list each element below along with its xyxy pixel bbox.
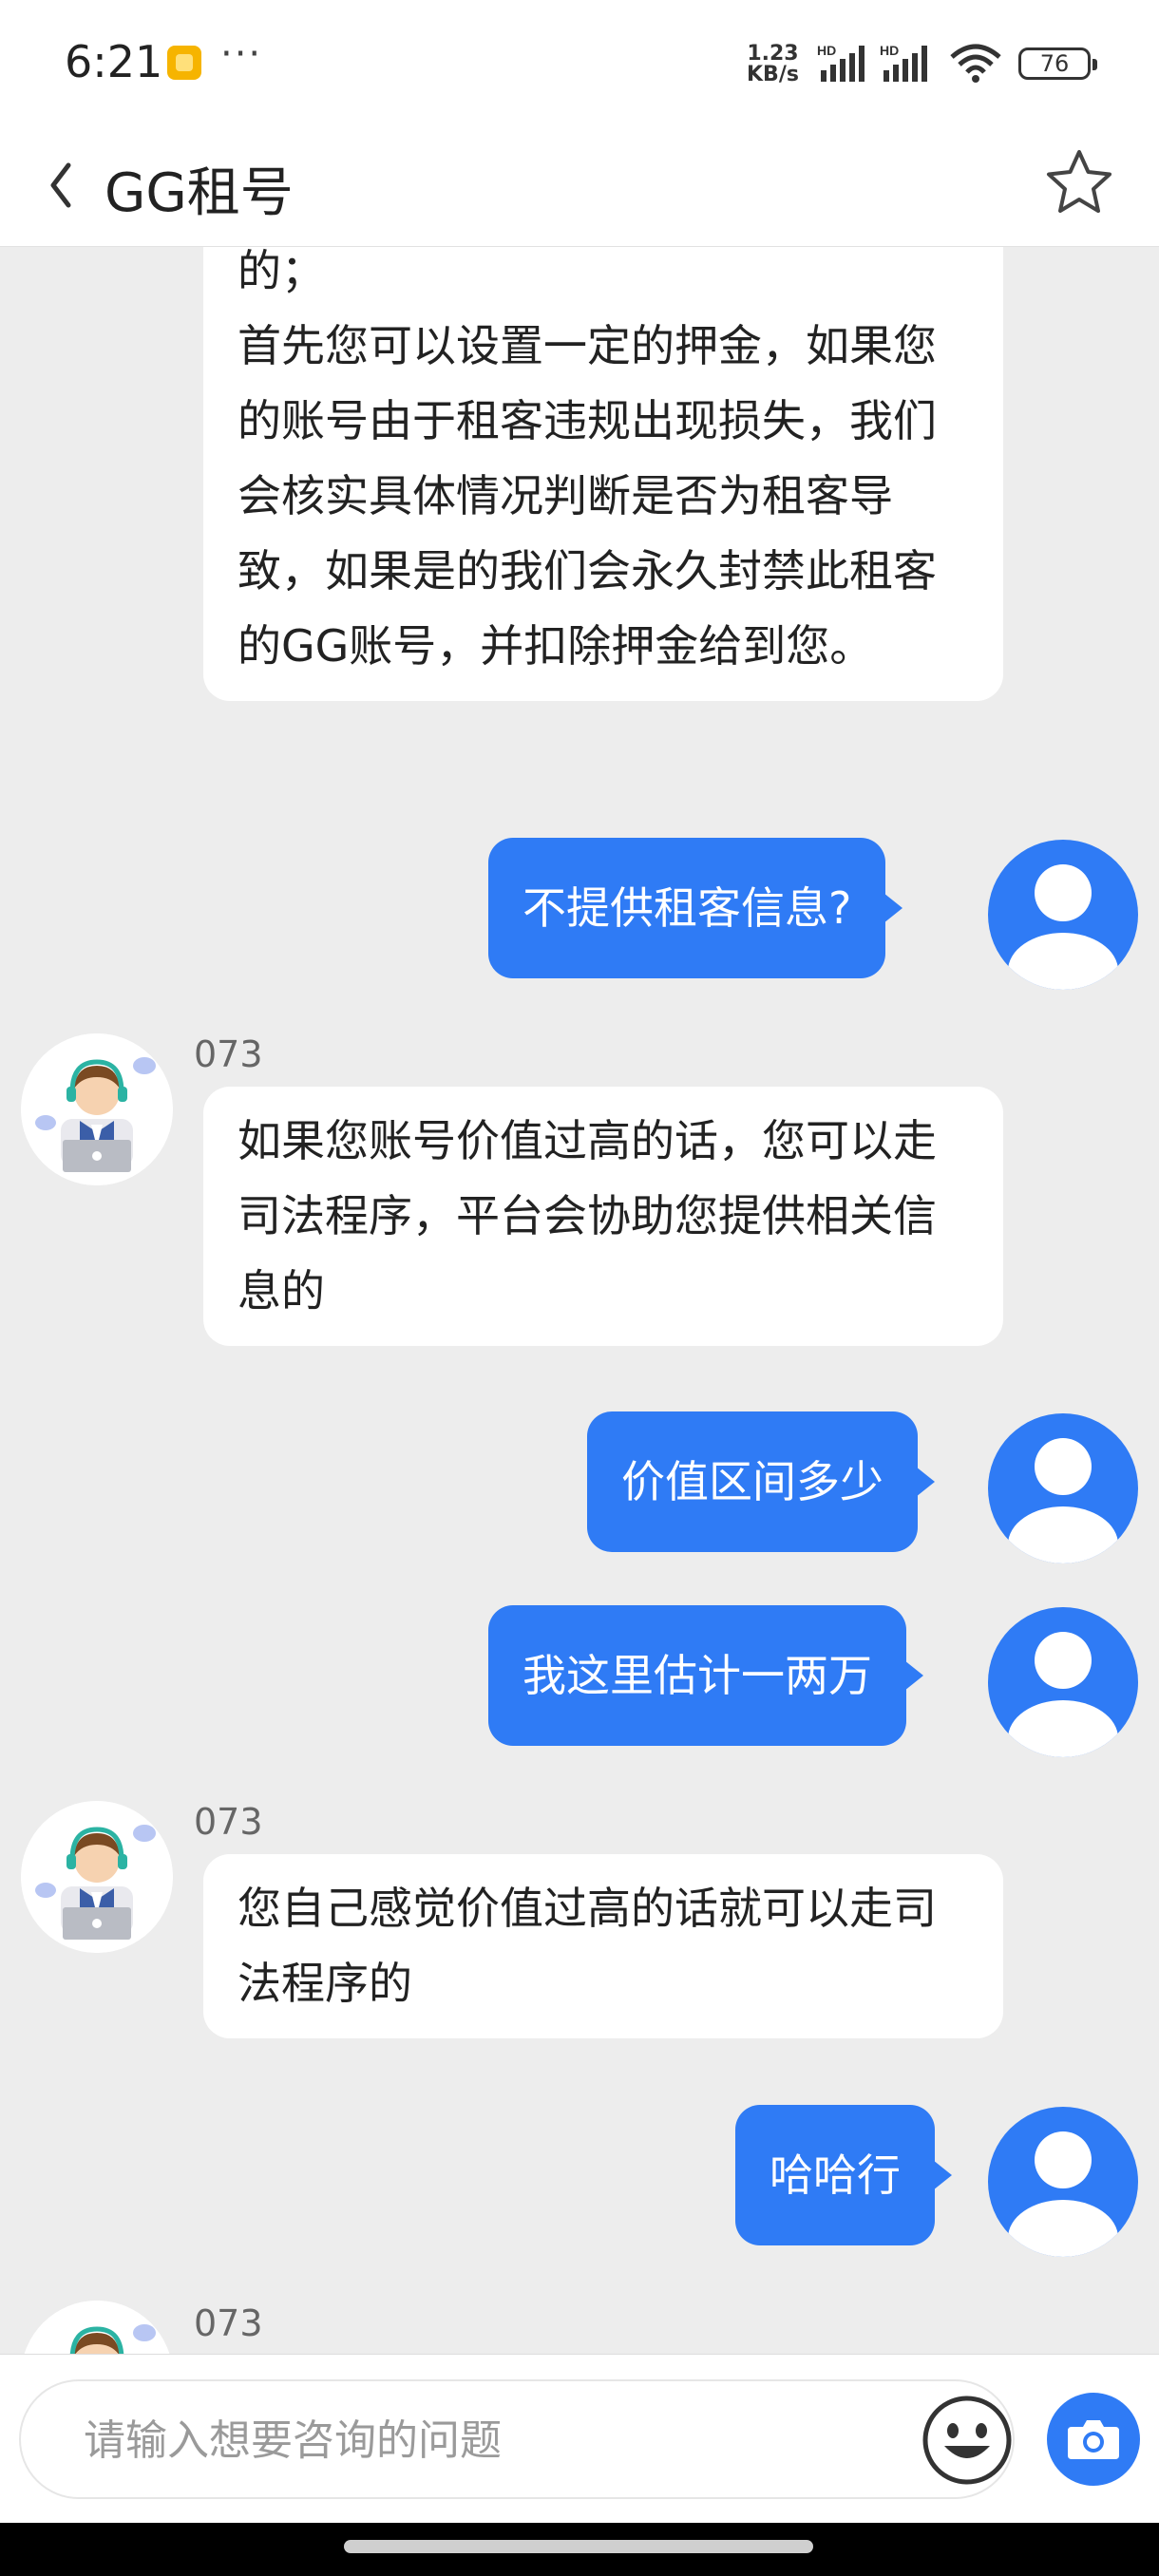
user-message: 不提供租客信息?	[488, 838, 903, 978]
user-silhouette-icon	[1008, 2131, 1118, 2257]
agent-message: 您自己感觉价值过高的话就可以走司法程序的	[203, 1854, 1003, 2038]
network-speed: 1.23 KB/s	[747, 44, 799, 85]
user-silhouette-icon	[1008, 1438, 1118, 1563]
chevron-left-icon[interactable]	[42, 152, 80, 218]
user-avatar[interactable]	[988, 840, 1138, 990]
user-silhouette-icon	[1008, 864, 1118, 990]
network-speed-unit: KB/s	[747, 63, 799, 86]
agent-message: 如果您账号价值过高的话，您可以走司法程序，平台会协助您提供相关信息的	[203, 1087, 1003, 1346]
signal-2-icon: HD	[880, 43, 927, 82]
user-silhouette-icon	[1008, 1632, 1118, 1757]
star-icon[interactable]	[1041, 144, 1117, 220]
agent-avatar[interactable]	[21, 1033, 173, 1185]
customer-service-agent-icon	[21, 1033, 173, 1185]
battery-icon: 76	[1018, 47, 1097, 80]
more-notifications-icon: ···	[220, 32, 263, 76]
user-avatar[interactable]	[988, 2107, 1138, 2257]
user-message: 我这里估计一两万	[488, 1605, 923, 1746]
home-indicator[interactable]	[344, 2540, 813, 2553]
sim1-hd-label: HD	[817, 43, 836, 58]
network-speed-value: 1.23	[747, 42, 799, 66]
agent-name: 073	[194, 2302, 263, 2344]
agent-avatar[interactable]	[21, 2301, 173, 2354]
status-time: 6:21	[65, 36, 163, 87]
battery-level: 76	[1039, 50, 1070, 77]
customer-service-agent-icon	[21, 1801, 173, 1953]
message-input-container[interactable]	[19, 2379, 1015, 2499]
customer-service-agent-icon	[24, 2301, 170, 2354]
smiley-icon[interactable]	[922, 2395, 1013, 2486]
status-bar: 6:21 ··· 1.23 KB/s HD HD 76	[0, 0, 1159, 123]
user-avatar[interactable]	[988, 1413, 1138, 1563]
message-input[interactable]	[82, 2381, 902, 2499]
agent-name: 073	[194, 1801, 263, 1843]
agent-avatar[interactable]	[21, 1801, 173, 1953]
agent-message: 的； 首先您可以设置一定的押金，如果您的账号由于租客违规出现损失，我们会核实具体…	[203, 247, 1003, 701]
user-message: 价值区间多少	[587, 1411, 935, 1552]
notification-app-icon	[167, 46, 201, 80]
message-input-bar	[0, 2354, 1159, 2523]
agent-name: 073	[194, 1033, 263, 1075]
wifi-icon	[950, 44, 1001, 83]
sim2-hd-label: HD	[880, 43, 899, 58]
camera-icon	[1068, 2420, 1119, 2459]
user-avatar[interactable]	[988, 1607, 1138, 1757]
chat-message-list[interactable]: 的； 首先您可以设置一定的押金，如果您的账号由于租客违规出现损失，我们会核实具体…	[0, 247, 1159, 2354]
user-message: 哈哈行	[735, 2105, 952, 2245]
system-navigation-bar	[0, 2523, 1159, 2576]
page-title: GG租号	[104, 162, 294, 224]
camera-button[interactable]	[1047, 2393, 1140, 2486]
signal-1-icon: HD	[817, 43, 864, 82]
chat-header: GG租号	[0, 123, 1159, 247]
